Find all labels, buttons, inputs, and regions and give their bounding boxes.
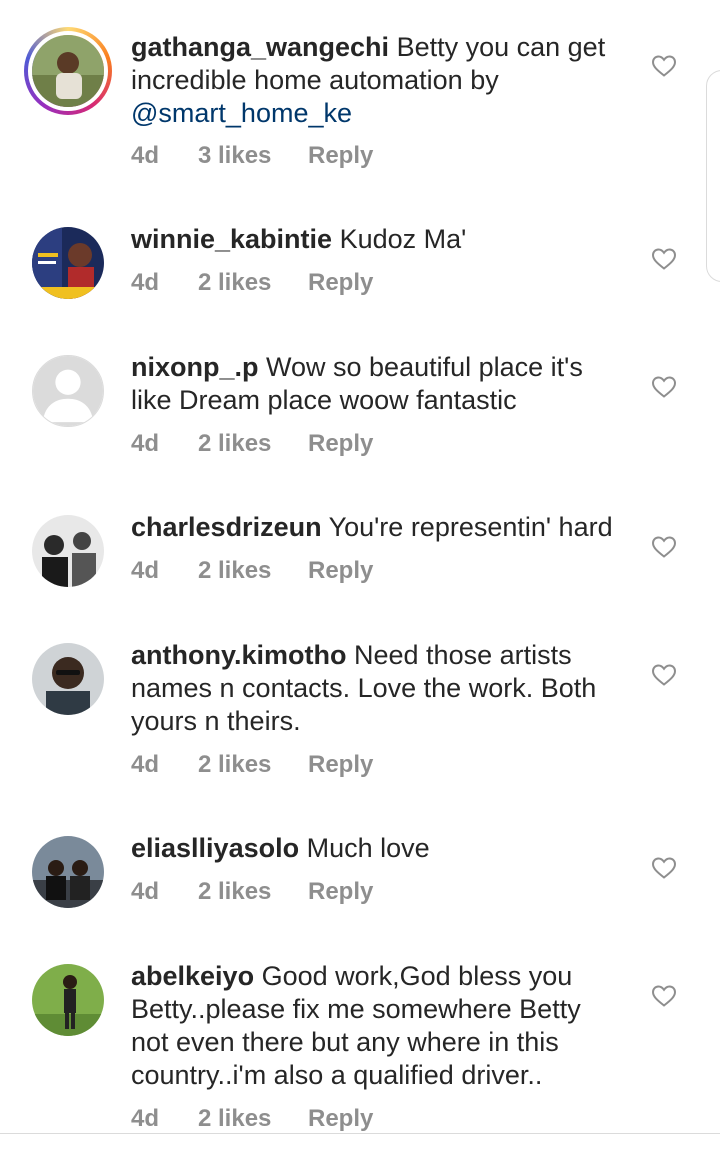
comment-time: 4d	[131, 142, 160, 169]
comment-meta: 4d 2 likes Reply	[131, 430, 373, 458]
comment-text: nixonp_.p Wow so beautiful place it's li…	[131, 352, 583, 415]
comment-meta: 4d 2 likes Reply	[131, 269, 373, 297]
side-panel-edge	[706, 70, 720, 282]
comment-time: 4d	[131, 878, 160, 905]
avatar-default[interactable]	[32, 355, 104, 427]
reply-button[interactable]: Reply	[308, 430, 373, 458]
avatar-image	[32, 515, 104, 587]
comment-username[interactable]: gathanga_wangechi	[131, 32, 389, 62]
reply-button[interactable]: Reply	[308, 878, 373, 906]
heart-outline-icon[interactable]	[651, 856, 677, 880]
comment-likes[interactable]: 2 likes	[198, 269, 308, 297]
comment-likes[interactable]: 3 likes	[198, 142, 308, 170]
reply-button[interactable]: Reply	[308, 269, 373, 297]
heart-outline-icon[interactable]	[651, 984, 677, 1008]
comment-meta: 4d 2 likes Reply	[131, 557, 373, 585]
heart-outline-icon[interactable]	[651, 375, 677, 399]
comment-meta: 4d 2 likes Reply	[131, 878, 373, 906]
avatar[interactable]	[32, 227, 104, 299]
comment-mention-link[interactable]: @smart_home_ke	[131, 98, 352, 128]
comment-text: charlesdrizeun You're representin' hard	[131, 512, 613, 542]
default-profile-icon	[33, 356, 103, 426]
comment-time: 4d	[131, 557, 160, 584]
comment-likes[interactable]: 2 likes	[198, 430, 308, 458]
reply-button[interactable]: Reply	[308, 1105, 373, 1133]
comment-likes[interactable]: 2 likes	[198, 1105, 308, 1133]
comment-meta: 4d 2 likes Reply	[131, 1105, 373, 1133]
avatar[interactable]	[32, 515, 104, 587]
comment-time: 4d	[131, 1105, 160, 1132]
comment-username[interactable]: nixonp_.p	[131, 352, 259, 382]
reply-button[interactable]: Reply	[308, 557, 373, 585]
comment-username[interactable]: winnie_kabintie	[131, 224, 332, 254]
avatar[interactable]	[32, 964, 104, 1036]
avatar[interactable]	[32, 836, 104, 908]
avatar-image	[32, 35, 104, 107]
heart-outline-icon[interactable]	[651, 663, 677, 687]
comment-text: abelkeiyo Good work,God bless you Betty.…	[131, 961, 581, 1090]
avatar-image	[32, 836, 104, 908]
avatar-image	[32, 643, 104, 715]
reply-button[interactable]: Reply	[308, 142, 373, 170]
comment-text: gathanga_wangechi Betty you can get incr…	[131, 32, 606, 128]
heart-outline-icon[interactable]	[651, 535, 677, 559]
avatar[interactable]	[32, 643, 104, 715]
avatar-story-ring[interactable]	[24, 27, 112, 115]
avatar-image	[32, 227, 104, 299]
comment-text: eliaslliyasolo Much love	[131, 833, 430, 863]
reply-button[interactable]: Reply	[308, 751, 373, 779]
comment-username[interactable]: charlesdrizeun	[131, 512, 322, 542]
heart-outline-icon[interactable]	[651, 54, 677, 78]
bottom-bar	[0, 1134, 720, 1151]
heart-outline-icon[interactable]	[651, 247, 677, 271]
comment-time: 4d	[131, 751, 160, 778]
comment-time: 4d	[131, 269, 160, 296]
comment-likes[interactable]: 2 likes	[198, 751, 308, 779]
comment-meta: 4d 3 likes Reply	[131, 142, 373, 170]
comment-username[interactable]: anthony.kimotho	[131, 640, 347, 670]
comment-text: anthony.kimotho Need those artists names…	[131, 640, 597, 736]
avatar-image	[32, 964, 104, 1036]
comment-meta: 4d 2 likes Reply	[131, 751, 373, 779]
comment-time: 4d	[131, 430, 160, 457]
comment-text: winnie_kabintie Kudoz Ma'	[131, 224, 467, 254]
comment-username[interactable]: abelkeiyo	[131, 961, 254, 991]
comment-likes[interactable]: 2 likes	[198, 557, 308, 585]
comment-likes[interactable]: 2 likes	[198, 878, 308, 906]
comment-username[interactable]: eliaslliyasolo	[131, 833, 299, 863]
